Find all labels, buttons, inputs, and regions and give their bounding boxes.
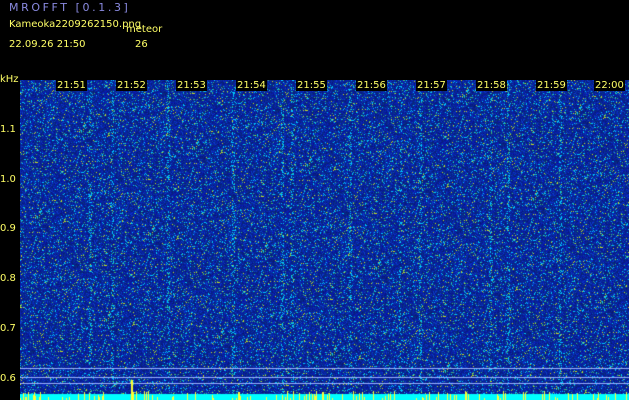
x-tick: 21:56 — [356, 80, 387, 91]
meteor-count: 26 — [135, 39, 148, 50]
filename-label: Kameoka2209262150.png — [9, 19, 142, 30]
x-tick: 21:57 — [416, 80, 447, 91]
x-tick: 22:00 — [594, 80, 625, 91]
x-tick: 21:59 — [536, 80, 567, 91]
y-tick: 1.0 — [0, 174, 16, 185]
y-tick: 1.1 — [0, 124, 16, 135]
y-tick: 0.6 — [0, 373, 16, 384]
x-tick: 21:52 — [116, 80, 147, 91]
x-tick: 21:51 — [56, 80, 87, 91]
datetime-label: 22.09.26 21:50 — [9, 39, 86, 50]
x-tick: 21:58 — [476, 80, 507, 91]
y-tick: 0.7 — [0, 323, 16, 334]
y-axis-unit: kHz — [0, 74, 19, 85]
meteor-label: meteor — [126, 24, 163, 35]
x-tick: 21:53 — [176, 80, 207, 91]
y-tick: 0.8 — [0, 273, 16, 284]
y-tick: 0.9 — [0, 223, 16, 234]
spectrogram — [20, 80, 629, 400]
app-title: MROFFT [0.1.3] — [9, 1, 131, 14]
x-tick: 21:54 — [236, 80, 267, 91]
x-tick: 21:55 — [296, 80, 327, 91]
